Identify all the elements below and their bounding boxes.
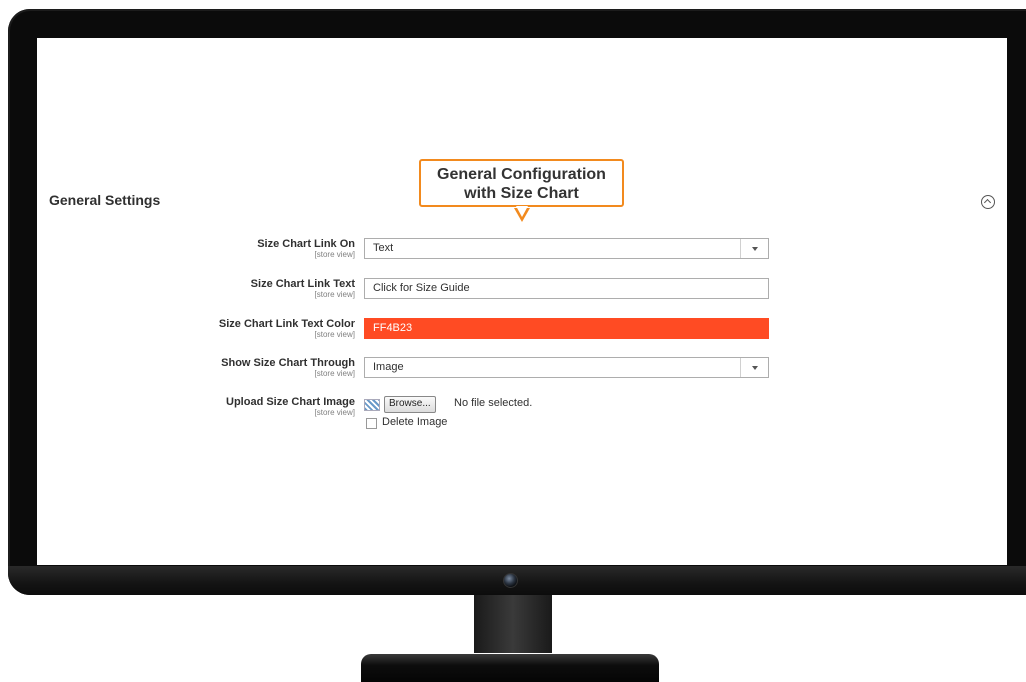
callout-line-1: General Configuration <box>437 166 606 183</box>
delete-image-label[interactable]: Delete Image <box>382 416 447 428</box>
field-label: Show Size Chart Through [store view] <box>221 357 355 378</box>
dropdown-arrow-icon[interactable] <box>740 358 768 377</box>
field-label-text: Show Size Chart Through <box>221 357 355 369</box>
select-value: Text <box>373 242 394 254</box>
select-value: Image <box>373 361 404 373</box>
file-status-text: No file selected. <box>454 397 533 409</box>
form-row-upload: Upload Size Chart Image [store view] Bro… <box>37 396 1007 441</box>
field-label: Size Chart Link On [store view] <box>257 238 355 259</box>
form-row-show-through: Show Size Chart Through [store view] Ima… <box>37 357 1007 383</box>
scope-label: [store view] <box>314 369 355 378</box>
field-label-text: Size Chart Link Text Color <box>218 318 355 330</box>
field-label-text: Upload Size Chart Image <box>226 396 355 408</box>
scope-label: [store view] <box>314 290 355 299</box>
delete-image-checkbox[interactable] <box>366 418 377 429</box>
monitor-stand-base <box>361 654 659 682</box>
chevron-up-circle-icon[interactable] <box>981 195 995 209</box>
scope-label: [store view] <box>314 250 355 259</box>
browse-button[interactable]: Browse... <box>384 396 436 413</box>
size-chart-link-color-input[interactable]: FF4B23 <box>364 318 769 339</box>
size-chart-link-on-select[interactable]: Text <box>364 238 769 259</box>
screen: General Configuration with Size Chart Ge… <box>37 38 1007 565</box>
dropdown-arrow-icon[interactable] <box>740 239 768 258</box>
field-label: Size Chart Link Text [store view] <box>251 278 355 299</box>
size-chart-link-text-input[interactable]: Click for Size Guide <box>364 278 769 299</box>
callout-pointer <box>514 206 530 222</box>
field-label: Upload Size Chart Image [store view] <box>226 396 355 417</box>
monitor-stand-neck <box>474 595 552 653</box>
form-row-link-color: Size Chart Link Text Color [store view] … <box>37 318 1007 344</box>
field-label-text: Size Chart Link On <box>257 238 355 250</box>
image-thumbnail-icon <box>364 399 380 411</box>
form-row-link-on: Size Chart Link On [store view] Text <box>37 238 1007 264</box>
section-title[interactable]: General Settings <box>49 192 160 208</box>
webcam-icon <box>503 573 518 588</box>
show-size-chart-through-select[interactable]: Image <box>364 357 769 378</box>
field-label-text: Size Chart Link Text <box>250 278 355 290</box>
callout-line-2: with Size Chart <box>464 185 579 202</box>
field-label: Size Chart Link Text Color [store view] <box>219 318 355 339</box>
scope-label: [store view] <box>314 330 355 339</box>
form-row-link-text: Size Chart Link Text [store view] Click … <box>37 278 1007 304</box>
callout-annotation: General Configuration with Size Chart <box>419 159 624 207</box>
scope-label: [store view] <box>314 408 355 417</box>
file-upload: Browse... No file selected. Delete Image <box>364 396 784 436</box>
